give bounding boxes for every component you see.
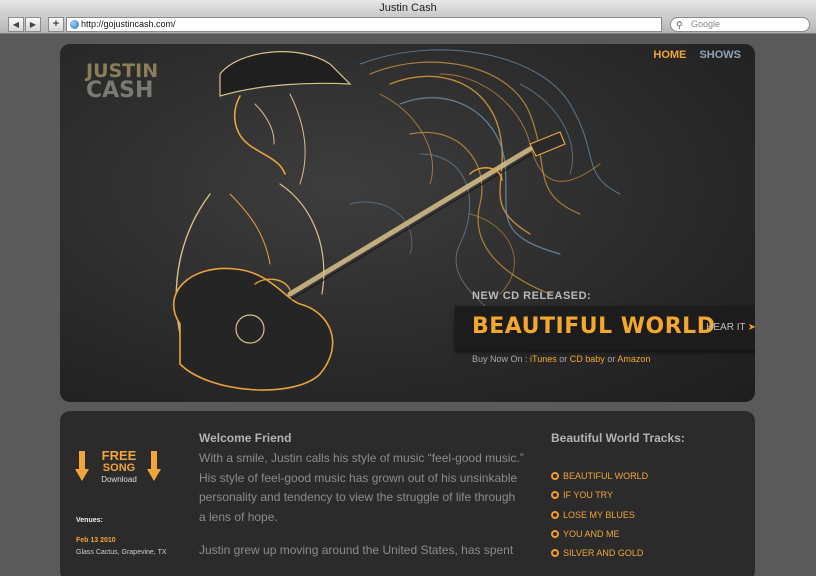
cd-title: BEAUTIFUL WORLD xyxy=(472,314,716,339)
play-circle-icon xyxy=(551,491,559,500)
venue-place: Glass Cactus, Grapevine, TX xyxy=(76,549,167,556)
search-input[interactable]: ⚲ Google xyxy=(670,17,810,32)
venues-heading: Venues: xyxy=(76,517,103,524)
url-text: http://gojustincash.com/ xyxy=(81,19,176,29)
track-item[interactable]: BEAUTIFUL WORLD xyxy=(551,469,648,488)
venue-date: Feb 13 2010 xyxy=(76,537,116,544)
nav-home[interactable]: HOME xyxy=(653,49,686,61)
buy-now-links: Buy Now On : iTunes or CD baby or Amazon xyxy=(472,354,650,364)
search-placeholder: Google xyxy=(691,19,721,29)
play-circle-icon xyxy=(551,549,559,558)
plus-icon[interactable]: + xyxy=(48,17,64,32)
track-item[interactable]: YOU AND ME xyxy=(551,527,648,546)
hear-it-label: HEAR IT xyxy=(706,322,746,333)
play-circle-icon xyxy=(551,529,559,538)
play-circle-icon xyxy=(551,510,559,519)
play-circle-icon xyxy=(551,472,559,480)
window-title: Justin Cash xyxy=(0,0,816,16)
tracks-title: Beautiful World Tracks: xyxy=(551,431,685,445)
track-title: IF YOU TRY xyxy=(563,490,614,501)
main-nav: HOME SHOWS xyxy=(643,49,741,61)
store-link-cdbaby[interactable]: CD baby xyxy=(570,354,605,364)
free-song-download[interactable]: FREE SONG Download xyxy=(75,449,163,491)
forward-arrow-icon[interactable]: ▶ xyxy=(25,17,41,32)
download-label: Download xyxy=(101,475,137,484)
content-panel: FREE SONG Download Venues: Feb 13 2010 G… xyxy=(60,411,755,576)
track-item[interactable]: LOSE MY BLUES xyxy=(551,508,648,527)
free-song-text: FREE SONG Download xyxy=(94,449,144,485)
back-arrow-icon[interactable]: ◀ xyxy=(8,17,24,32)
play-circle-icon: ➤ xyxy=(747,322,755,333)
hero-banner: JUSTIN CASH HOME SHOWS NEW CD RELEASED: … xyxy=(60,44,755,402)
store-link-itunes[interactable]: iTunes xyxy=(530,354,557,364)
store-separator: or xyxy=(559,354,568,364)
store-separator: or xyxy=(607,354,616,364)
store-link-amazon[interactable]: Amazon xyxy=(617,354,650,364)
free-label: FREE xyxy=(101,448,137,463)
welcome-paragraph-2: Justin grew up moving around the United … xyxy=(199,543,514,557)
search-icon: ⚲ xyxy=(676,20,683,30)
song-label: SONG xyxy=(102,462,136,474)
down-arrow-icon xyxy=(147,451,161,483)
address-bar[interactable]: http://gojustincash.com/ xyxy=(66,17,662,32)
globe-icon xyxy=(70,20,79,29)
track-list: BEAUTIFUL WORLD IF YOU TRY LOSE MY BLUES… xyxy=(551,469,648,565)
hear-it-link[interactable]: HEAR IT ➤ xyxy=(706,322,755,333)
welcome-title: Welcome Friend xyxy=(199,431,292,445)
browser-toolbar: ◀ ▶ + http://gojustincash.com/ ⚲ Google xyxy=(0,16,816,34)
down-arrow-icon xyxy=(75,451,89,483)
track-item[interactable]: IF YOU TRY xyxy=(551,488,648,507)
site-logo[interactable]: JUSTIN CASH xyxy=(86,62,158,103)
track-title: LOSE MY BLUES xyxy=(563,509,635,520)
cd-banner: BEAUTIFUL WORLD HEAR IT ➤ xyxy=(455,306,755,350)
track-title: BEAUTIFUL WORLD xyxy=(563,471,649,481)
track-title: SILVER AND GOLD xyxy=(563,548,644,559)
new-cd-label: NEW CD RELEASED: xyxy=(472,290,592,302)
welcome-paragraph-1: With a smile, Justin calls his style of … xyxy=(199,451,524,524)
logo-line-2: CASH xyxy=(86,78,154,103)
nav-shows[interactable]: SHOWS xyxy=(699,49,741,61)
track-title: YOU AND ME xyxy=(563,528,620,539)
track-item[interactable]: SILVER AND GOLD xyxy=(551,546,648,565)
buy-now-prefix: Buy Now On : xyxy=(472,354,528,364)
